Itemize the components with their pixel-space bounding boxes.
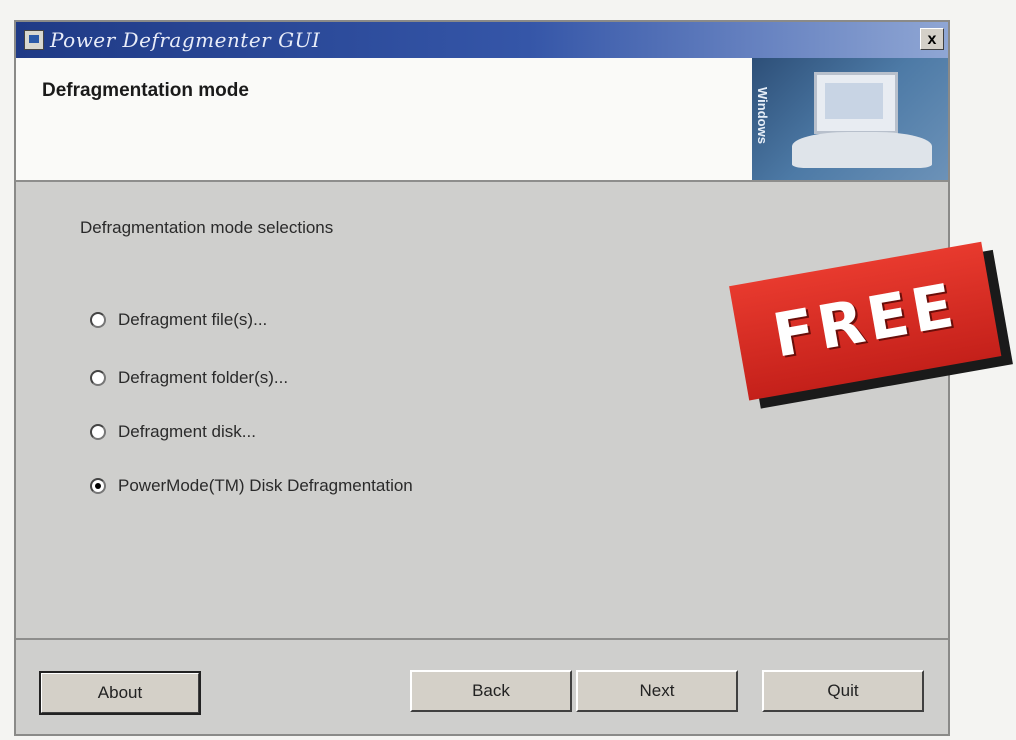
header-banner-image: Windows [752, 58, 948, 180]
option-label: Defragment folder(s)... [118, 368, 289, 387]
computer-monitor-icon [814, 72, 898, 134]
option-label: Defragment file(s)... [118, 310, 268, 329]
option-defragment-folders[interactable]: Defragment folder(s)... [90, 368, 288, 388]
title-bar[interactable]: Power Defragmenter GUI x [16, 22, 948, 58]
radio-button[interactable] [90, 370, 106, 386]
radio-button[interactable] [90, 424, 106, 440]
option-defragment-disk[interactable]: Defragment disk... [90, 422, 256, 442]
mode-selection-area: Defragmentation mode selections Defragme… [16, 180, 948, 638]
button-bar: About Back Next Quit [16, 638, 948, 734]
badge-text: FREE [767, 270, 963, 372]
option-label: PowerMode(TM) Disk Defragmentation [118, 476, 413, 495]
banner-text: Windows [754, 87, 770, 144]
next-button[interactable]: Next [576, 670, 738, 712]
window-title: Power Defragmenter GUI [50, 28, 321, 52]
radio-button[interactable] [90, 312, 106, 328]
app-icon [24, 30, 44, 50]
header-band: Defragmentation mode Windows [16, 58, 948, 182]
close-button[interactable]: x [920, 28, 944, 50]
page-title: Defragmentation mode [42, 80, 249, 101]
quit-button[interactable]: Quit [762, 670, 924, 712]
about-button[interactable]: About [39, 671, 201, 715]
option-label: Defragment disk... [118, 422, 256, 441]
section-label: Defragmentation mode selections [80, 218, 334, 237]
radio-button-selected[interactable] [90, 478, 106, 494]
option-defragment-files[interactable]: Defragment file(s)... [90, 310, 267, 330]
back-button[interactable]: Back [410, 670, 572, 712]
computer-desk-icon [792, 132, 932, 168]
option-powermode[interactable]: PowerMode(TM) Disk Defragmentation [90, 476, 413, 496]
